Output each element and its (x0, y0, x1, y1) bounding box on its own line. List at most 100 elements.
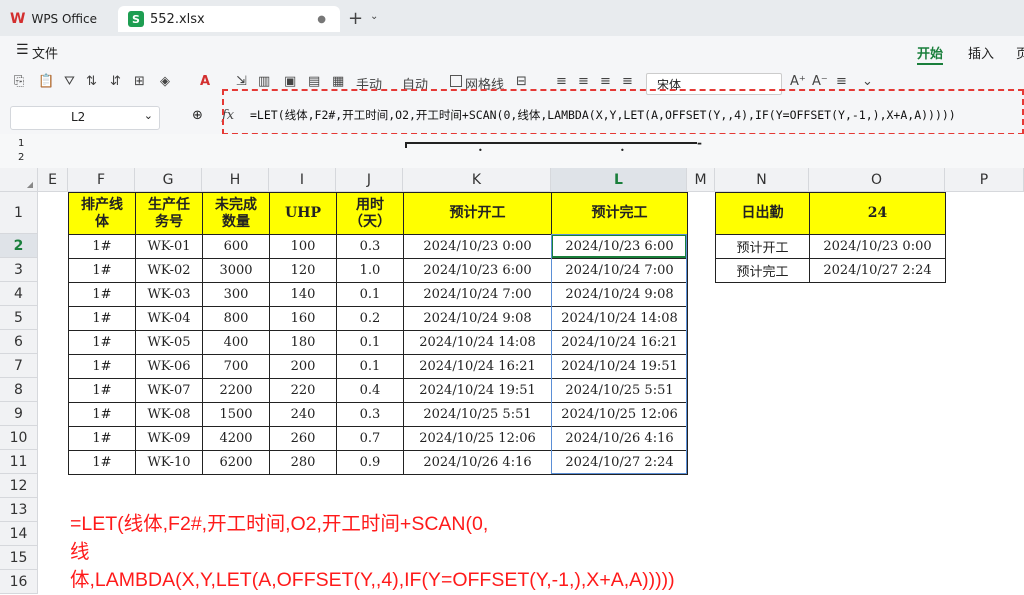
align-center-icon[interactable]: ≡ (578, 74, 589, 89)
cell-task-no[interactable]: WK-01 (135, 234, 203, 259)
column-header-e[interactable]: E (38, 168, 68, 192)
header-line[interactable]: 排产线体 (68, 192, 136, 235)
column-header-j[interactable]: J (336, 168, 403, 192)
select-all-corner[interactable]: ◢ (0, 168, 38, 192)
format-painter-icon[interactable]: ⎘ (14, 74, 24, 89)
cell-planned-start[interactable]: 2024/10/23 0:00 (403, 234, 552, 259)
side-value-start[interactable]: 2024/10/23 0:00 (809, 234, 946, 259)
side-value-finish[interactable]: 2024/10/27 2:24 (809, 258, 946, 283)
cell-line[interactable]: 1# (68, 378, 136, 403)
cell-duration[interactable]: 0.7 (336, 426, 404, 451)
header-uhp[interactable]: UHP (269, 192, 337, 235)
column-header-p[interactable]: P (945, 168, 1024, 192)
side-header-daily-hours-label[interactable]: 日出勤 (715, 192, 810, 235)
row-header-10[interactable]: 10 (0, 426, 38, 450)
cell-line[interactable]: 1# (68, 258, 136, 283)
cell-uhp[interactable]: 120 (269, 258, 337, 283)
chevron-down-icon[interactable]: ⌄ (370, 11, 378, 22)
cell-duration[interactable]: 0.1 (336, 330, 404, 355)
cell-duration[interactable]: 0.3 (336, 234, 404, 259)
outline-level-1[interactable]: 1 (18, 138, 24, 149)
zoom-icon[interactable]: ⊕ (192, 108, 203, 123)
cell-remaining-qty[interactable]: 300 (202, 282, 270, 307)
cell-duration[interactable]: 0.2 (336, 306, 404, 331)
cell-line[interactable]: 1# (68, 234, 136, 259)
cell-task-no[interactable]: WK-06 (135, 354, 203, 379)
cell-remaining-qty[interactable]: 700 (202, 354, 270, 379)
cell-uhp[interactable]: 260 (269, 426, 337, 451)
cell-task-no[interactable]: WK-02 (135, 258, 203, 283)
cell-remaining-qty[interactable]: 400 (202, 330, 270, 355)
cell-uhp[interactable]: 160 (269, 306, 337, 331)
tab-home[interactable]: 开始 (917, 43, 943, 62)
row-icon[interactable]: ▤ (308, 74, 320, 89)
cell-task-no[interactable]: WK-09 (135, 426, 203, 451)
cell-planned-start[interactable]: 2024/10/24 9:08 (403, 306, 552, 331)
tab-page[interactable]: 页 (1016, 43, 1024, 62)
cell-remaining-qty[interactable]: 2200 (202, 378, 270, 403)
cell-uhp[interactable]: 240 (269, 402, 337, 427)
cell-line[interactable]: 1# (68, 330, 136, 355)
fill-color-icon[interactable]: ◈ (160, 74, 170, 89)
more-align-icon[interactable]: ≡ (836, 74, 847, 89)
cell-line[interactable]: 1# (68, 306, 136, 331)
cell-planned-start[interactable]: 2024/10/24 16:21 (403, 354, 552, 379)
cell-task-no[interactable]: WK-05 (135, 330, 203, 355)
cell-uhp[interactable]: 140 (269, 282, 337, 307)
cell-duration[interactable]: 1.0 (336, 258, 404, 283)
cell-duration[interactable]: 0.1 (336, 354, 404, 379)
column-header-m[interactable]: M (687, 168, 715, 192)
cell-planned-start[interactable]: 2024/10/25 12:06 (403, 426, 552, 451)
filter-icon[interactable]: ⛛ (64, 74, 75, 89)
cell-planned-start[interactable]: 2024/10/24 19:51 (403, 378, 552, 403)
cell-planned-start[interactable]: 2024/10/26 4:16 (403, 450, 552, 475)
cell-line[interactable]: 1# (68, 282, 136, 307)
menu-file[interactable]: 文件 (32, 43, 58, 62)
paste-icon[interactable]: 📋 (38, 74, 54, 89)
cell-duration[interactable]: 0.4 (336, 378, 404, 403)
border-icon[interactable]: ⊞ (134, 74, 145, 89)
font-grow-icon[interactable]: A⁺ (790, 74, 806, 89)
tab-wps-office[interactable]: W WPS Office (10, 6, 110, 32)
cell-task-no[interactable]: WK-07 (135, 378, 203, 403)
tab-dot-icon[interactable]: ● (317, 14, 326, 25)
cell-line[interactable]: 1# (68, 354, 136, 379)
cell-uhp[interactable]: 220 (269, 378, 337, 403)
wrap-icon[interactable]: ⇲ (236, 74, 247, 89)
row-header-4[interactable]: 4 (0, 282, 38, 306)
table-style-icon[interactable]: ⊟ (516, 74, 527, 89)
row-header-1[interactable]: 1 (0, 192, 38, 234)
outline-level-2[interactable]: 2 (18, 152, 24, 163)
row-header-12[interactable]: 12 (0, 474, 38, 498)
align-left-icon[interactable]: ≡ (556, 74, 567, 89)
row-header-13[interactable]: 13 (0, 498, 38, 522)
sort-asc-icon[interactable]: ⇅ (86, 74, 97, 89)
merge-icon[interactable]: ▥ (258, 74, 270, 89)
cell-line[interactable]: 1# (68, 402, 136, 427)
cell-line[interactable]: 1# (68, 450, 136, 475)
row-header-5[interactable]: 5 (0, 306, 38, 330)
tab-file[interactable]: S 552.xlsx ● (118, 6, 340, 32)
formula-input[interactable]: =LET(线体,F2#,开工时间,O2,开工时间+SCAN(0,线体,LAMBD… (250, 107, 956, 123)
row-header-3[interactable]: 3 (0, 258, 38, 282)
cell-planned-start[interactable]: 2024/10/25 5:51 (403, 402, 552, 427)
hamburger-icon[interactable]: ☰ (16, 42, 29, 58)
cell-planned-start[interactable]: 2024/10/23 6:00 (403, 258, 552, 283)
row-header-2[interactable]: 2 (0, 234, 38, 258)
header-planned-finish[interactable]: 预计完工 (551, 192, 688, 235)
row-header-16[interactable]: 16 (0, 570, 38, 594)
cell-uhp[interactable]: 100 (269, 234, 337, 259)
row-header-7[interactable]: 7 (0, 354, 38, 378)
font-color-icon[interactable]: A (200, 74, 210, 89)
cell-task-no[interactable]: WK-03 (135, 282, 203, 307)
cell-uhp[interactable]: 180 (269, 330, 337, 355)
new-tab-icon[interactable]: + (348, 8, 363, 29)
cell-duration[interactable]: 0.9 (336, 450, 404, 475)
freeze-icon[interactable]: ▣ (284, 74, 296, 89)
sort-desc-icon[interactable]: ⇵ (110, 74, 121, 89)
row-header-14[interactable]: 14 (0, 522, 38, 546)
cell-planned-start[interactable]: 2024/10/24 7:00 (403, 282, 552, 307)
cell-remaining-qty[interactable]: 4200 (202, 426, 270, 451)
cell-uhp[interactable]: 200 (269, 354, 337, 379)
align-right-icon[interactable]: ≡ (622, 74, 633, 89)
